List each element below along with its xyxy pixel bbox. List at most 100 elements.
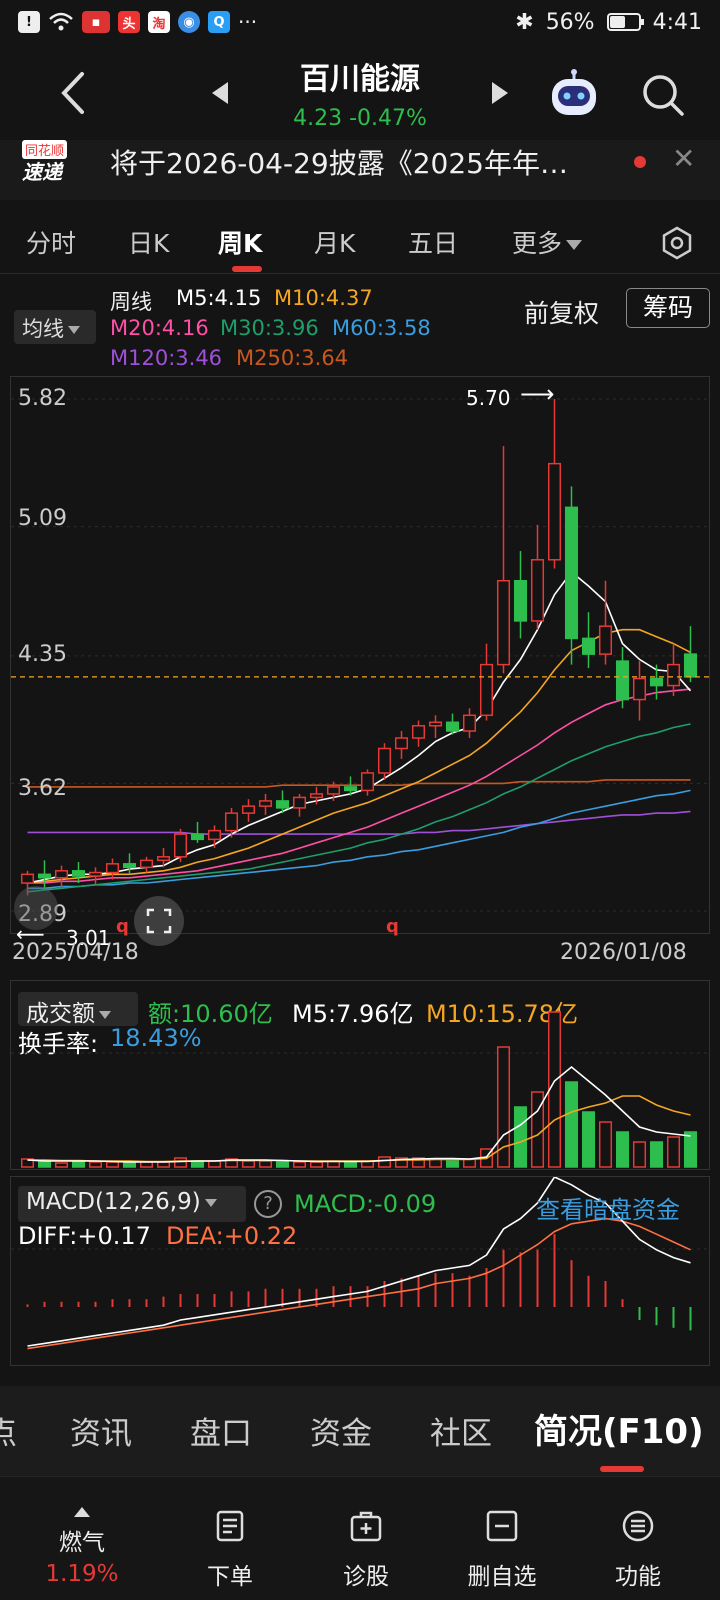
news-logo: 同花顺 速递 [18,140,88,194]
price-axis-label: 3.62 [18,776,67,801]
help-icon[interactable]: ? [254,1190,282,1218]
event-marker-icon[interactable]: q [386,916,399,937]
volume-bar [615,1131,630,1168]
volume-bar [88,1161,103,1168]
news-headline[interactable]: 将于2026-04-29披露《2025年年… [110,142,610,182]
candle [581,637,596,655]
browser-app-icon: ◉ [178,11,200,33]
candle [88,871,103,877]
volume-bar [241,1160,256,1168]
stock-name: 百川能源 [300,62,420,97]
macd-indicator-selector[interactable]: MACD(12,26,9) [18,1186,246,1222]
candle [224,812,239,832]
tab-f10-overview[interactable]: 简况(F10) [534,1404,704,1453]
price-axis-label: 5.82 [18,386,67,411]
candle [445,721,460,732]
candle [411,725,426,739]
back-arrow-icon[interactable] [50,68,100,118]
dark-pool-funds-link[interactable]: 查看暗盘资金 [536,1190,680,1225]
remove-watchlist-label: 删自选 [467,1564,537,1590]
tab-daily-k[interactable]: 日K [128,224,169,260]
ma10-value: M10:4.37 [274,286,373,310]
search-icon[interactable] [638,70,688,120]
kline-chart[interactable] [10,376,710,934]
ma60-value: M60:3.58 [332,316,431,340]
volume-bar [649,1141,664,1168]
volume-bar [377,1156,392,1168]
bluetooth-icon: ✱ [515,9,534,35]
chip-distribution-button[interactable]: 筹码 [626,288,710,328]
tab-partial[interactable]: 点 [0,1408,17,1453]
features-label: 功能 [615,1564,661,1590]
candle [513,579,528,622]
stock-header: 百川能源 4.23 -0.47% [0,50,720,140]
candle [190,833,205,841]
arrow-right-icon: ⟶ [520,380,555,408]
clock: 4:41 [652,9,702,35]
volume-bar [632,1141,647,1168]
wifi-icon [49,12,73,31]
news-app-icon: 头 [118,11,140,33]
period-tabs: 分时 日K 周K 月K 五日 更多 [0,214,720,274]
sector-change: 1.19% [45,1561,119,1587]
tab-more[interactable]: 更多 [512,224,583,260]
volume-bar [683,1131,698,1168]
tab-news[interactable]: 资讯 [70,1408,132,1453]
indicator-selector[interactable]: 均线 [14,310,96,344]
ai-assistant-icon[interactable] [546,68,602,124]
tab-community[interactable]: 社区 [430,1408,492,1453]
macd-selector-label: MACD(12,26,9) [26,1189,201,1215]
ma30-value: M30:3.96 [220,316,319,340]
chevron-down-icon [68,326,80,334]
candle [326,786,341,795]
candle [377,747,392,774]
adjustment-toggle[interactable]: 前复权 [524,294,599,330]
tab-more-label: 更多 [512,229,563,258]
event-marker-icon[interactable]: q [116,916,129,937]
kline-svg [11,398,709,912]
date-axis-start: 2025/04/18 [12,940,139,965]
candle [530,559,545,622]
tab-monthly-k[interactable]: 月K [314,224,355,260]
volume-bar [275,1161,290,1168]
unread-dot [634,156,646,168]
ma-line-m120 [27,810,691,835]
volume-bar [513,1106,528,1168]
chart-pan-handle[interactable] [14,886,58,930]
tab-funds[interactable]: 资金 [310,1408,372,1453]
candle [292,796,307,809]
candle [632,677,647,701]
candle [207,829,222,841]
next-stock-icon[interactable] [492,82,508,104]
candle [428,721,443,727]
zoom-toggle-button[interactable] [134,896,184,946]
dea-value: DEA:+0.22 [166,1222,298,1250]
features-button[interactable]: 功能 [578,1477,698,1600]
settings-hexagon-icon[interactable] [660,226,694,260]
news-banner[interactable]: 同花顺 速递 将于2026-04-29披露《2025年年… ✕ [0,140,720,200]
tab-order-book[interactable]: 盘口 [190,1408,252,1453]
diagnose-button[interactable]: 诊股 [306,1477,426,1600]
sector-button[interactable]: 燃气 1.19% [22,1477,142,1600]
ma-line-m250 [27,779,691,788]
active-tab-indicator [600,1466,644,1472]
ma-line-m20 [27,688,691,884]
remove-watchlist-button[interactable]: 删自选 [442,1477,562,1600]
shopping-app-icon: 淘 [148,11,170,33]
tab-weekly-k[interactable]: 周K [218,224,262,260]
volume-bar [122,1162,137,1168]
volume-chart[interactable] [10,980,710,1170]
candle [496,579,511,666]
tab-five-day[interactable]: 五日 [408,224,458,260]
close-icon[interactable]: ✕ [672,142,695,175]
tab-intraday[interactable]: 分时 [26,224,76,260]
volume-bar [207,1160,222,1168]
volume-bar [292,1161,307,1168]
volume-bar [37,1161,52,1168]
candle [683,653,698,678]
ma-legend: 均线 周线 M5:4.15 M10:4.37 M20:4.16 M30:3.96… [0,284,720,376]
document-icon [216,1510,244,1542]
order-button[interactable]: 下单 [170,1477,290,1600]
volume-bar [564,1081,579,1168]
search-app-icon: Q [208,11,230,33]
